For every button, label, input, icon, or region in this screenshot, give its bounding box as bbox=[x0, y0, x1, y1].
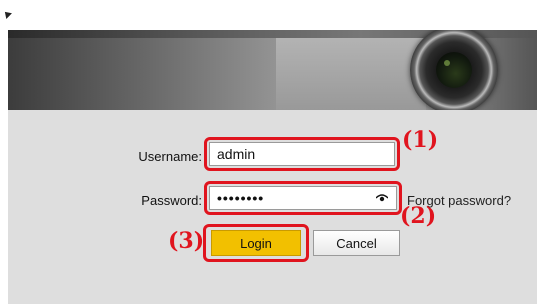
password-value: •••••••• bbox=[217, 190, 265, 206]
camera-banner bbox=[8, 30, 537, 110]
password-label: Password: bbox=[141, 193, 202, 208]
login-button[interactable]: Login bbox=[211, 230, 301, 256]
step-2-marker: (2) bbox=[400, 203, 437, 229]
password-input[interactable]: •••••••• bbox=[209, 186, 397, 210]
step-1-marker: (1) bbox=[402, 127, 439, 153]
cancel-button[interactable]: Cancel bbox=[313, 230, 400, 256]
banner-panel bbox=[276, 38, 426, 110]
camera-lens-icon bbox=[410, 30, 498, 110]
username-value: admin bbox=[217, 146, 256, 162]
step-3-marker: (3) bbox=[168, 228, 205, 254]
username-input[interactable]: admin bbox=[209, 142, 395, 166]
corner-arrow-icon bbox=[2, 9, 12, 19]
eye-icon[interactable] bbox=[376, 194, 388, 202]
lens-glint bbox=[444, 60, 450, 66]
lens-glass bbox=[436, 52, 472, 88]
username-label: Username: bbox=[138, 149, 202, 164]
